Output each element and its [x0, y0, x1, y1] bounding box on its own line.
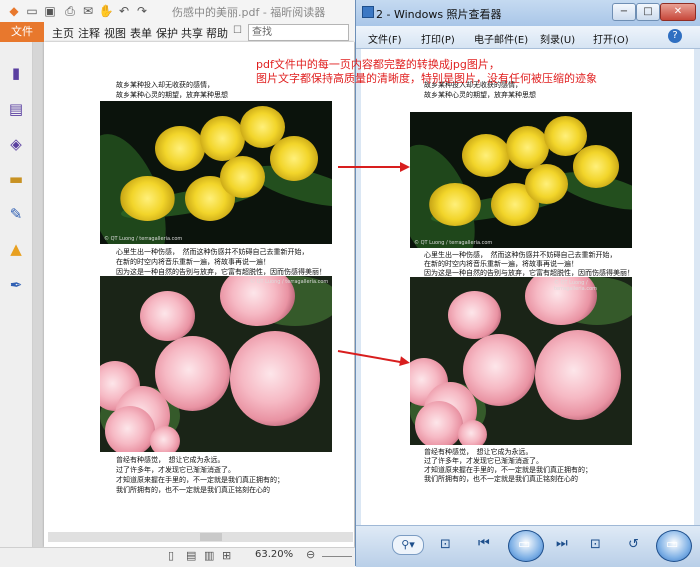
close-button[interactable]: ✕ [660, 3, 696, 21]
menu-share[interactable]: 共享 [181, 25, 203, 41]
arrow-shaft [338, 166, 402, 168]
page-text-line: 心里生出一种伤感， 然而这种伤感并不妨碍自己去重新开始， [116, 248, 309, 256]
print-icon[interactable]: ⎙ [62, 3, 78, 19]
viewer-menu-file[interactable]: 文件(F) [368, 31, 402, 46]
photo-credit: © QT Luong / terragalleria.com [104, 236, 183, 242]
viewer-title: 2 - Windows 照片查看器 [376, 8, 502, 21]
rotate-icon[interactable]: ⊡ [590, 537, 601, 552]
viewer-app-icon [362, 6, 374, 18]
menu-home[interactable]: 主页 [52, 25, 74, 41]
mail-icon[interactable]: ✉ [80, 3, 96, 19]
continuous-page-icon[interactable]: ▤ [186, 549, 196, 562]
menu-help[interactable]: 帮助 [206, 25, 228, 41]
undo-icon[interactable]: ↶ [116, 3, 132, 19]
bookmark-icon[interactable]: ▮ [7, 64, 25, 82]
viewer-menu-email[interactable]: 电子邮件(E) [474, 31, 528, 46]
viewer-menu-print[interactable]: 打印(P) [421, 31, 455, 46]
viewer-menu-burn[interactable]: 刻录(U) [540, 31, 575, 46]
viewer-orchid-photo: © QT Luong / terragalleria.com [410, 112, 632, 248]
signature-icon[interactable]: ✒ [7, 276, 25, 294]
pages-icon[interactable]: ▤ [7, 100, 25, 118]
layers-icon[interactable]: ◈ [7, 135, 25, 153]
attachment-icon[interactable]: ✎ [7, 205, 25, 223]
zoom-icon[interactable]: ⚲▾ [392, 535, 424, 555]
menu-comment[interactable]: 注释 [78, 25, 100, 41]
zoom-slider[interactable] [322, 556, 352, 557]
annotation-text: pdf文件中的每一页内容都完整的转换成jpg图片， 图片文字都保持高质量的清晰度… [256, 58, 696, 86]
two-page-icon[interactable]: ▥ [204, 549, 214, 562]
next-icon[interactable]: ⏭ [556, 536, 568, 551]
page-text-line: 才知道原来握在手里的，不一定就是我们真正拥有的； [116, 476, 284, 484]
single-page-icon[interactable]: ▯ [168, 549, 174, 562]
arrow-head [400, 162, 410, 172]
open-icon[interactable]: ▭ [24, 3, 40, 19]
page-text-line: 故乡某种投入却无收获的感情， [116, 81, 214, 89]
viewer-photo-credit: © QT Luong / terragalleria.com [554, 280, 597, 292]
viewer-roses-photo: © QT Luong / terragalleria.com [410, 277, 632, 445]
facing-page-icon[interactable]: ⊞ [222, 549, 231, 562]
annotation-line: pdf文件中的每一页内容都完整的转换成jpg图片， [256, 58, 500, 71]
minimize-button[interactable]: − [612, 3, 636, 21]
page-text-line: 我们所拥有的，也不一定就是我们真正铭刻在心的 [116, 486, 270, 494]
scrollbar-thumb[interactable] [200, 533, 222, 541]
save-icon[interactable]: ▣ [42, 3, 58, 19]
roses-photo: © QT Luong / terragalleria.com [100, 276, 332, 452]
viewer-text-line: 故乡某种心灵的期望，放弃某种思想 [424, 91, 536, 99]
page-text-line: 曾经有种感觉， 想让它成为永远。 [116, 456, 225, 464]
viewer-photo-credit: © QT Luong / terragalleria.com [414, 240, 493, 246]
slideshow-icon: ▭ [518, 537, 531, 552]
zoom-level: 63.20% [255, 549, 294, 560]
comments-icon[interactable]: ▬ [7, 170, 25, 188]
actual-size-icon[interactable]: ⊡ [440, 537, 451, 552]
page-text-line: 过了许多年，才发现它已渐渐消逝了。 [116, 466, 235, 474]
window-title: 伤感中的美丽.pdf - 福昕阅读器 [172, 6, 326, 19]
file-tab[interactable]: 文件 [0, 22, 44, 42]
maximize-button[interactable]: □ [636, 3, 660, 21]
rotate-left-icon[interactable]: ↺ [628, 537, 639, 552]
redo-icon[interactable]: ↷ [134, 3, 150, 19]
help-icon[interactable]: ? [668, 29, 682, 43]
page-text-line: 在新的时空内将音乐重新一遍，将故事再说一遍！ [116, 258, 270, 266]
photo-credit: © QT Luong / terragalleria.com [250, 279, 329, 285]
annotation-line: 图片文字都保持高质量的清晰度，特别是图片，没有任何被压缩的迹象 [256, 72, 597, 85]
arrow-head [399, 356, 411, 368]
hand-icon[interactable]: ✋ [98, 3, 114, 19]
page-text-line: 故乡某种心灵的期望，放弃某种思想 [116, 91, 228, 99]
lock-icon[interactable]: ▲ [7, 240, 25, 258]
viewer-text-line: 我们所拥有的，也不一定就是我们真正铭刻在心的 [424, 475, 578, 483]
orchid-photo: © QT Luong / terragalleria.com [100, 101, 332, 244]
app-logo-icon: ◆ [9, 4, 19, 18]
ribbon-options-icon[interactable]: ☐ [233, 25, 242, 36]
play-icon: ▭ [666, 537, 679, 552]
viewer-menu-open[interactable]: 打开(O) [593, 31, 629, 46]
search-input[interactable]: 查找 [248, 24, 349, 41]
zoom-out-icon[interactable]: ⊖ [306, 548, 315, 561]
menu-view[interactable]: 视图 [104, 25, 126, 41]
previous-icon[interactable]: ⏮ [478, 536, 490, 551]
menu-protect[interactable]: 保护 [156, 25, 178, 41]
menu-form[interactable]: 表单 [130, 25, 152, 41]
